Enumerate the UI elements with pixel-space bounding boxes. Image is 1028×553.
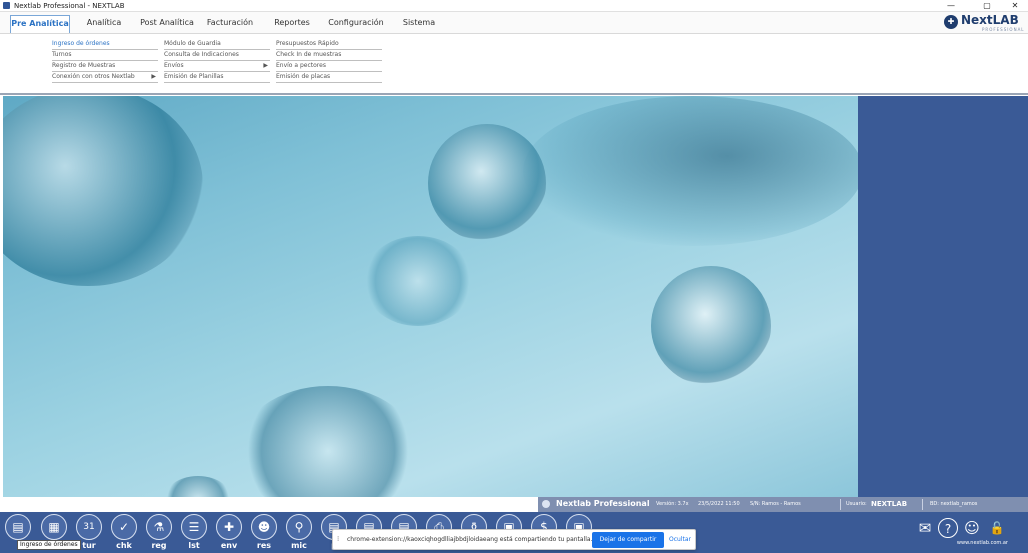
submenu-conexion-nextlab[interactable]: Conexión con otros Nextlab ▶ — [52, 72, 158, 83]
submenu-item-label: Ingreso de órdenes — [52, 40, 110, 47]
submenu-check-in-muestras[interactable]: Check In de muestras — [276, 50, 382, 61]
status-version: Versión: 3.7x — [656, 501, 689, 507]
submenu-item-label: Check In de muestras — [276, 51, 342, 58]
tab-post-analitica[interactable]: Post Analítica — [138, 15, 196, 33]
submenu-modulo-guardia[interactable]: Módulo de Guardia — [164, 39, 270, 50]
submenu-emision-planillas[interactable]: Emisión de Planillas — [164, 72, 270, 83]
tab-facturacion[interactable]: Facturación — [204, 15, 256, 33]
status-database: BD: nextlab_ramos — [930, 501, 978, 507]
water-bubble — [363, 236, 473, 326]
status-brand: Nextlab Professional — [556, 499, 650, 508]
submenu-presupuestos-rapido[interactable]: Presupuestos Rápido — [276, 39, 382, 50]
minimize-icon[interactable]: — — [940, 0, 962, 12]
submenu-registro-muestras[interactable]: Registro de Muestras — [52, 61, 158, 72]
person-icon: ☻ — [251, 514, 277, 540]
status-user-label: Usuario: — [846, 501, 867, 507]
tab-reportes[interactable]: Reportes — [270, 15, 314, 33]
submenu-item-label: Envío a pectores — [276, 62, 326, 69]
tab-configuracion[interactable]: Configuración — [326, 15, 386, 33]
water-bubble — [238, 386, 418, 497]
list-icon: ☰ — [181, 514, 207, 540]
logo-name: NextLAB — [961, 13, 1019, 27]
sample-icon: ⚗ — [146, 514, 172, 540]
logo-mark-icon: ✚ — [944, 15, 958, 29]
submenu-column-2: Módulo de Guardia Consulta de Indicacion… — [164, 39, 270, 83]
submenu-arrow-icon: ▶ — [151, 73, 156, 80]
microscope-icon: ⚲ — [286, 514, 312, 540]
logo-tagline: PROFESSIONAL — [982, 27, 1025, 32]
support-icon[interactable]: ☺ — [962, 518, 982, 538]
submenu-consulta-indicaciones[interactable]: Consulta de Indicaciones — [164, 50, 270, 61]
tab-pre-analitica[interactable]: Pre Analítica — [10, 15, 70, 33]
nextlab-logo: ✚ NextLAB PROFESSIONAL — [944, 13, 1024, 33]
tab-analitica[interactable]: Analítica — [80, 15, 128, 33]
toolbar-button-chk[interactable]: ✓ chk — [110, 514, 138, 552]
submenu-emision-placas[interactable]: Emisión de placas — [276, 72, 382, 83]
lock-icon[interactable]: 🔓 — [987, 518, 1007, 538]
status-serial: S/N: Ramos - Ramos — [750, 501, 801, 507]
submenu-item-label: Conexión con otros Nextlab — [52, 73, 135, 80]
toolbar-button-label: res — [256, 541, 272, 550]
main-menu: Pre Analítica Analítica Post Analítica F… — [0, 12, 1028, 34]
toolbar-button-label: reg — [151, 541, 167, 550]
submenu-item-label: Consulta de Indicaciones — [164, 51, 239, 58]
submenu-item-label: Emisión de Planillas — [164, 73, 224, 80]
toolbar-button-lst[interactable]: ☰ lst — [180, 514, 208, 552]
tooltip: Ingreso de órdenes — [17, 540, 81, 550]
right-side-panel — [858, 96, 1028, 497]
calendar-icon: 31 — [76, 514, 102, 540]
submenu-column-3: Presupuestos Rápido Check In de muestras… — [276, 39, 382, 83]
close-icon[interactable]: ✕ — [1004, 0, 1026, 12]
submenu-item-label: Módulo de Guardia — [164, 40, 221, 47]
submenu-item-label: Envíos — [164, 62, 184, 69]
window-titlebar: Nextlab Professional - NEXTLAB — ▢ ✕ — [0, 0, 1028, 12]
toolbar-button-label: chk — [116, 541, 132, 550]
document-icon: ▤ — [5, 514, 31, 540]
drag-handle-icon[interactable]: ⁞ — [337, 535, 339, 543]
send-icon: ✚ — [216, 514, 242, 540]
status-separator — [840, 499, 841, 510]
mail-icon[interactable]: ✉ — [915, 518, 935, 538]
water-bubble — [163, 476, 233, 497]
water-wave — [523, 96, 858, 246]
screen-share-bar: ⁞ chrome-extension://kaoxciqhogdlliajbbd… — [332, 529, 696, 550]
toolbar-button-label: env — [220, 541, 238, 550]
submenu-envio-pectores[interactable]: Envío a pectores — [276, 61, 382, 72]
stop-sharing-button[interactable]: Dejar de compartir — [592, 532, 664, 548]
toolbar-button-res[interactable]: ☻ res — [250, 514, 278, 552]
submenu-panel: Ingreso de órdenes Turnos Registro de Mu… — [0, 34, 1028, 95]
submenu-item-label: Emisión de placas — [276, 73, 331, 80]
submenu-turnos[interactable]: Turnos — [52, 50, 158, 61]
water-bubble — [3, 96, 203, 286]
submenu-item-label: Registro de Muestras — [52, 62, 116, 69]
window-title: Nextlab Professional - NEXTLAB — [14, 2, 125, 10]
calendar-grid-icon: ▦ — [41, 514, 67, 540]
nextlab-icon — [542, 500, 550, 508]
toolbar-button-label: mic — [291, 541, 307, 550]
status-bar: Nextlab Professional Versión: 3.7x 23/5/… — [538, 497, 1028, 512]
water-bubble — [651, 266, 771, 386]
submenu-arrow-icon: ▶ — [263, 62, 268, 69]
toolbar-button-env[interactable]: ✚ env — [215, 514, 243, 552]
app-icon — [3, 2, 10, 9]
tab-sistema[interactable]: Sistema — [398, 15, 440, 33]
maximize-icon[interactable]: ▢ — [976, 0, 998, 12]
status-datetime: 23/5/2022 11:50 — [698, 501, 740, 507]
toolbar-button-mic[interactable]: ⚲ mic — [285, 514, 313, 552]
submenu-item-label: Turnos — [52, 51, 72, 58]
background-image — [3, 96, 858, 497]
submenu-envios[interactable]: Envíos ▶ — [164, 61, 270, 72]
submenu-ingreso-ordenes[interactable]: Ingreso de órdenes — [52, 39, 158, 50]
status-separator — [922, 499, 923, 510]
submenu-column-1: Ingreso de órdenes Turnos Registro de Mu… — [52, 39, 158, 83]
website-link[interactable]: www.nextlab.com.ar — [957, 540, 1008, 546]
share-message: chrome-extension://kaoxciqhogdlliajbbdjl… — [347, 536, 593, 543]
hide-button[interactable]: Ocultar — [669, 530, 691, 550]
toolbar-button-reg[interactable]: ⚗ reg — [145, 514, 173, 552]
help-icon[interactable]: ? — [938, 518, 958, 538]
submenu-item-label: Presupuestos Rápido — [276, 40, 339, 47]
toolbar-button-label: lst — [188, 541, 200, 550]
status-user: NEXTLAB — [871, 500, 908, 508]
check-icon: ✓ — [111, 514, 137, 540]
